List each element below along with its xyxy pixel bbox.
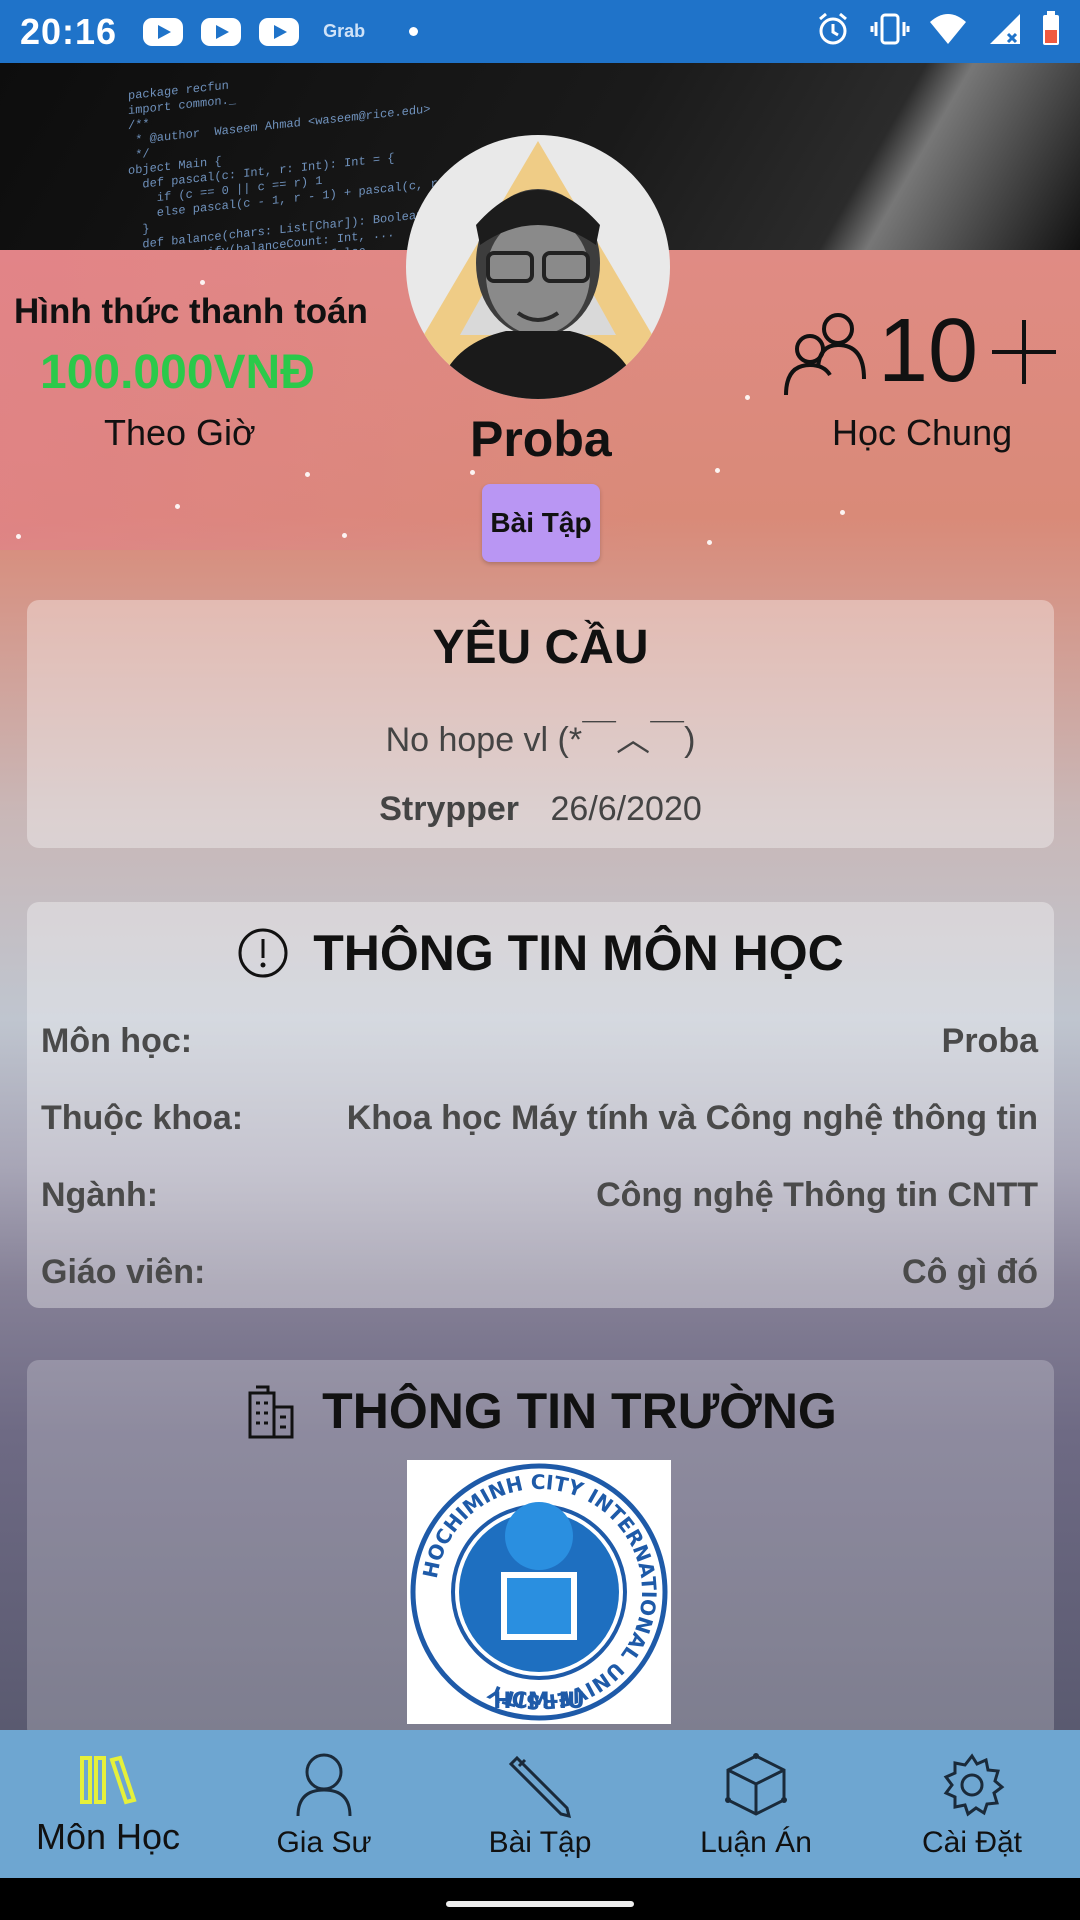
subject-row: Ngành: Công nghệ Thông tin CNTT xyxy=(41,1176,1038,1215)
system-icons xyxy=(814,10,1062,48)
subject-row: Môn học: Proba xyxy=(41,1022,1038,1061)
payment-title: Hình thức thanh toán xyxy=(14,292,368,331)
learners-count: 10 xyxy=(878,301,979,401)
school-info-card: THÔNG TIN TRƯỜNG HOCHIMINH CITY INTERNAT… xyxy=(27,1360,1054,1740)
subject-info-header: THÔNG TIN MÔN HỌC xyxy=(27,924,1054,982)
learners-count-group[interactable]: 10 xyxy=(780,300,1060,403)
star xyxy=(16,534,21,539)
payment-type: Theo Giờ xyxy=(104,412,256,453)
nav-label: Luận Án xyxy=(700,1826,812,1859)
youtube-icon xyxy=(143,17,184,46)
payment-amount: 100.000VNĐ xyxy=(40,346,315,399)
school-logo: HOCHIMINH CITY INTERNATIONAL UNIVERSITY … xyxy=(407,1460,671,1724)
group-users-icon xyxy=(784,312,866,395)
subject-row-label: Thuộc khoa: xyxy=(41,1099,244,1137)
home-gesture-bar[interactable] xyxy=(446,1901,634,1907)
school-info-title: THÔNG TIN TRƯỜNG xyxy=(322,1383,837,1439)
school-logo-code: HCM-IU xyxy=(493,1689,585,1714)
subject-row-label: Giáo viên: xyxy=(41,1253,206,1291)
star xyxy=(745,395,750,400)
nav-item-cai-dat[interactable]: Cài Đặt xyxy=(864,1730,1080,1878)
youtube-icon xyxy=(201,17,242,46)
status-bar: 20:16 Grab xyxy=(0,0,1080,63)
avatar-image xyxy=(406,141,670,399)
star xyxy=(342,533,347,538)
building-icon xyxy=(248,1385,294,1439)
nav-item-mon-hoc[interactable]: Môn Học xyxy=(0,1730,216,1878)
info-alert-icon xyxy=(238,928,288,978)
subject-row: Giáo viên: Cô gì đó xyxy=(41,1253,1038,1292)
youtube-icon xyxy=(259,17,300,46)
avatar[interactable] xyxy=(406,135,670,399)
wifi-icon xyxy=(930,14,966,44)
subject-row-value: Cô gì đó xyxy=(902,1253,1038,1291)
nav-label: Gia Sư xyxy=(276,1826,372,1859)
nav-item-luan-an[interactable]: Luận Án xyxy=(648,1730,864,1878)
star xyxy=(470,470,475,475)
request-author[interactable]: Strypper xyxy=(379,790,519,828)
bottom-navigation: Môn Học Gia Sư Bài Tập Luận Án Cài Đặt xyxy=(0,1730,1080,1878)
star xyxy=(715,468,720,473)
subject-row-label: Ngành: xyxy=(41,1176,159,1214)
subject-row: Thuộc khoa: Khoa học Máy tính và Công ng… xyxy=(41,1099,1038,1138)
subject-row-value: Công nghệ Thông tin CNTT xyxy=(596,1176,1038,1214)
learners-label: Học Chung xyxy=(832,412,1013,453)
signal-icon xyxy=(990,14,1020,44)
request-meta: Strypper 26/6/2020 xyxy=(27,790,1054,829)
nav-item-gia-su[interactable]: Gia Sư xyxy=(216,1730,432,1878)
battery-icon xyxy=(1043,11,1059,45)
star xyxy=(175,504,180,509)
gear-icon xyxy=(943,1753,1005,1817)
status-time: 20:16 xyxy=(20,10,118,52)
nav-label: Bài Tập xyxy=(488,1826,592,1859)
star xyxy=(305,472,310,477)
grab-icon: Grab xyxy=(323,21,366,41)
subject-row-label: Môn học: xyxy=(41,1022,193,1060)
subject-info-title: THÔNG TIN MÔN HỌC xyxy=(313,925,844,981)
school-info-header: THÔNG TIN TRƯỜNG xyxy=(27,1382,1054,1440)
request-date: 26/6/2020 xyxy=(550,790,702,828)
subject-row-value: Khoa học Máy tính và Công nghệ thông tin xyxy=(346,1099,1038,1137)
alarm-icon xyxy=(819,12,847,45)
nav-label: Cài Đặt xyxy=(921,1826,1023,1859)
request-card: YÊU CẦU No hope vl (*￣︿￣) Strypper 26/6/… xyxy=(27,600,1054,848)
nav-label: Môn Học xyxy=(35,1816,181,1857)
subject-row-value: Proba xyxy=(941,1022,1038,1060)
request-text: No hope vl (*￣︿￣) xyxy=(385,721,696,759)
notification-icons: Grab xyxy=(143,17,419,46)
system-nav-bar xyxy=(0,1878,1080,1920)
pencil-icon xyxy=(508,1755,572,1818)
vibrate-icon xyxy=(870,13,910,45)
star xyxy=(200,280,205,285)
username: Proba xyxy=(470,411,612,467)
request-title: YÊU CẦU xyxy=(432,621,649,674)
star xyxy=(840,510,845,515)
assignment-button[interactable]: Bài Tập xyxy=(482,484,600,562)
cube-icon xyxy=(725,1753,787,1816)
library-icon xyxy=(80,1755,137,1805)
person-icon xyxy=(296,1753,352,1817)
add-icon[interactable] xyxy=(988,316,1060,388)
nav-item-bai-tap[interactable]: Bài Tập xyxy=(432,1730,648,1878)
subject-info-card: THÔNG TIN MÔN HỌC Môn học: Proba Thuộc k… xyxy=(27,902,1054,1308)
star xyxy=(707,540,712,545)
more-notifications-icon xyxy=(409,27,419,36)
